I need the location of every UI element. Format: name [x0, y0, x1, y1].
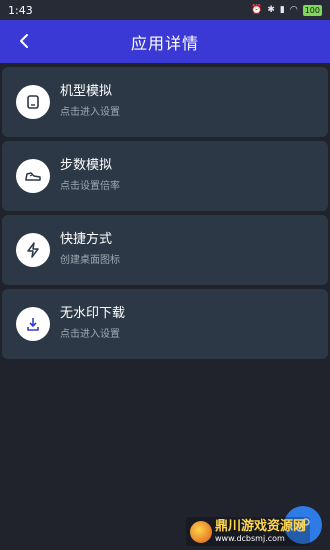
app-bar: 应用详情	[0, 20, 330, 63]
item-title: 机型模拟	[60, 84, 113, 99]
list-item-device-model[interactable]: 机型模拟 点击进入设置	[2, 67, 328, 137]
page-title: 应用详情	[130, 33, 199, 53]
signal-icon: ▮	[279, 4, 285, 15]
item-subtitle: 点击进入设置	[60, 107, 120, 118]
item-title: 无水印下载	[60, 306, 126, 321]
list-item-step-count[interactable]: 步数模拟 点击设置倍率	[2, 141, 328, 211]
bluetooth-icon: ✱	[267, 4, 275, 15]
alarm-icon: ⏰	[251, 4, 263, 15]
list-item-watermark-free-download[interactable]: 无水印下载 点击进入设置	[2, 289, 328, 359]
status-bar: 1:43 ⏰ ✱ ▮ ◠ 100	[0, 0, 330, 20]
item-title: 步数模拟	[60, 158, 113, 173]
status-time: 1:43	[8, 3, 33, 17]
watermark-name: 鼎川游戏资源网	[215, 519, 307, 534]
watermark-url: www.dcbsmj.com	[215, 534, 285, 543]
battery-icon: 100	[302, 4, 322, 16]
wifi-icon: ◠	[289, 4, 298, 15]
watermark-logo-icon	[190, 520, 212, 543]
list-item-shortcut[interactable]: 快捷方式 创建桌面图标	[2, 215, 328, 285]
phone-icon	[16, 85, 50, 119]
settings-list: 机型模拟 点击进入设置 步数模拟 点击设置倍率 快捷方式 创建桌面图标 无水印下…	[0, 63, 330, 359]
item-subtitle: 点击设置倍率	[60, 181, 120, 192]
status-icons: ⏰ ✱ ▮ ◠ 100	[251, 4, 322, 16]
download-icon	[16, 307, 50, 341]
lightning-icon	[16, 233, 50, 267]
back-arrow-icon[interactable]	[14, 31, 34, 51]
item-subtitle: 创建桌面图标	[60, 255, 120, 266]
item-title: 快捷方式	[60, 232, 113, 247]
item-subtitle: 点击进入设置	[60, 329, 120, 340]
shoe-icon	[16, 159, 50, 193]
site-watermark: 鼎川游戏资源网 www.dcbsmj.com	[186, 517, 311, 546]
